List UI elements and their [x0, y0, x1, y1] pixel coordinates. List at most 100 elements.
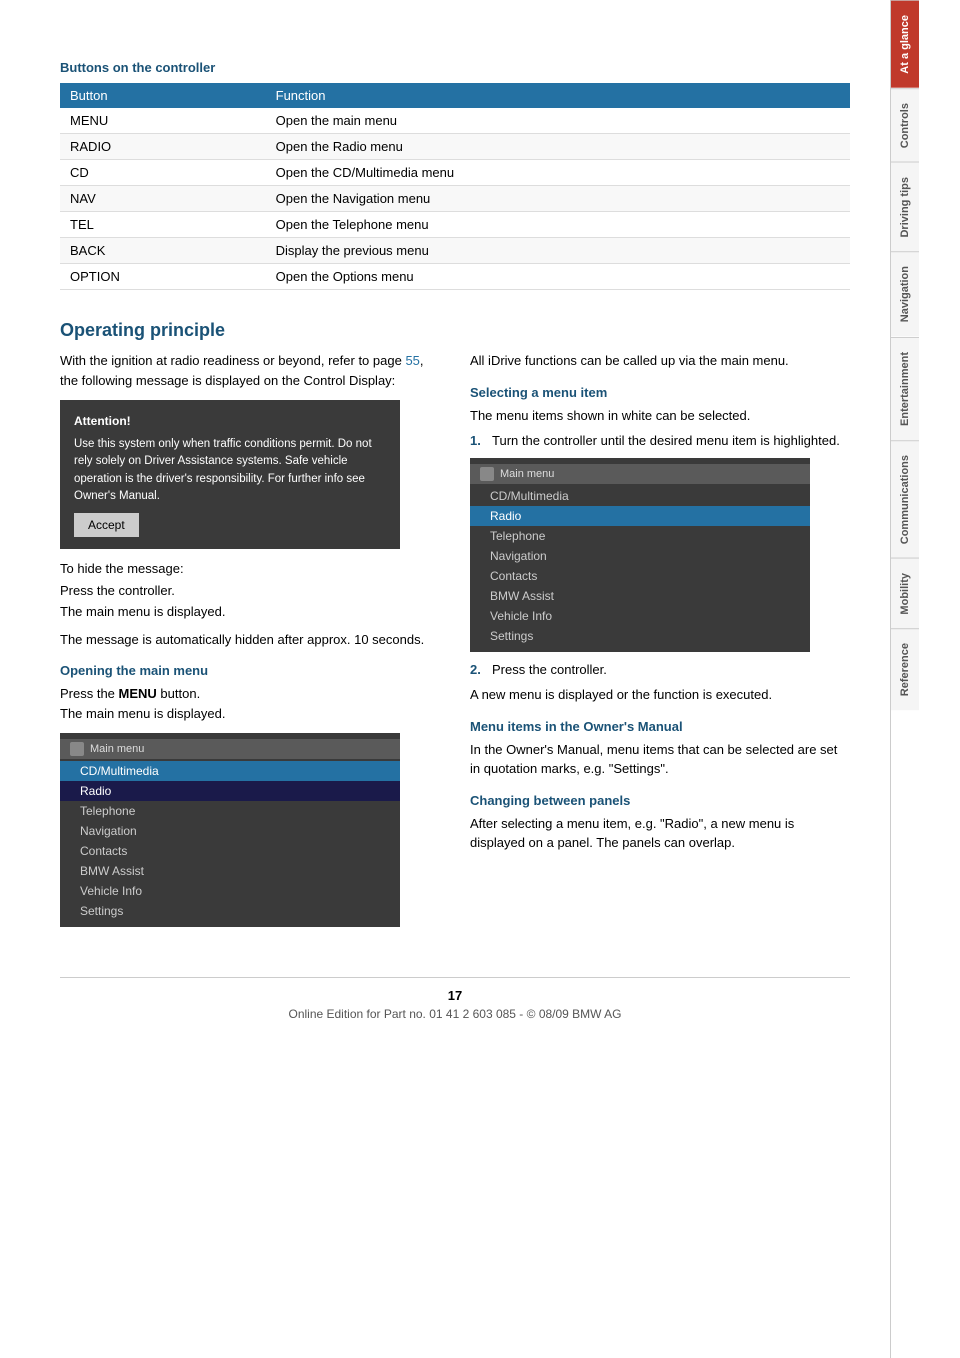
left-menu-title: Main menu — [90, 743, 144, 755]
menu-item[interactable]: Navigation — [60, 821, 400, 841]
button-name-cell: RADIO — [60, 134, 266, 160]
col-function-header: Function — [266, 83, 850, 108]
opening-main-menu-title: Opening the main menu — [60, 663, 440, 678]
page-number: 17 — [60, 988, 850, 1003]
menu-item[interactable]: Telephone — [60, 801, 400, 821]
menu-item[interactable]: Radio — [60, 781, 400, 801]
table-header-row: Button Function — [60, 83, 850, 108]
menu-item[interactable]: Vehicle Info — [60, 881, 400, 901]
menu-text-post: button. — [157, 686, 200, 701]
menu-item[interactable]: Radio — [470, 506, 810, 526]
table-row: BACKDisplay the previous menu — [60, 238, 850, 264]
sidebar-tab-reference[interactable]: Reference — [891, 628, 919, 710]
left-menu-screenshot: Main menu CD/MultimediaRadioTelephoneNav… — [60, 733, 400, 927]
function-cell: Open the Telephone menu — [266, 212, 850, 238]
table-row: TELOpen the Telephone menu — [60, 212, 850, 238]
left-menu-title-bar: Main menu — [60, 739, 400, 759]
opening-main-menu-text: Press the MENU button. The main menu is … — [60, 684, 440, 723]
sidebar-tab-controls[interactable]: Controls — [891, 88, 919, 162]
function-cell: Open the CD/Multimedia menu — [266, 160, 850, 186]
hide-line2: Press the controller. — [60, 581, 440, 601]
step1-num: 1. — [470, 433, 486, 448]
table-row: MENUOpen the main menu — [60, 108, 850, 134]
selecting-menu-title: Selecting a menu item — [470, 385, 850, 400]
owners-manual-text: In the Owner's Manual, menu items that c… — [470, 740, 850, 779]
op-principle-title: Operating principle — [60, 320, 850, 341]
step2-block: 2. Press the controller. — [470, 662, 850, 677]
menu-item[interactable]: Settings — [470, 626, 810, 646]
menu-item[interactable]: Vehicle Info — [470, 606, 810, 626]
table-row: NAVOpen the Navigation menu — [60, 186, 850, 212]
sidebar-tab-navigation[interactable]: Navigation — [891, 251, 919, 336]
page-link[interactable]: 55 — [405, 353, 419, 368]
buttons-section-title: Buttons on the controller — [60, 60, 850, 75]
col-right: All iDrive functions can be called up vi… — [470, 351, 850, 937]
function-cell: Open the Radio menu — [266, 134, 850, 160]
step2-num: 2. — [470, 662, 486, 677]
footer: 17 Online Edition for Part no. 01 41 2 6… — [60, 977, 850, 1021]
changing-panels-text: After selecting a menu item, e.g. "Radio… — [470, 814, 850, 853]
right-menu-items: CD/MultimediaRadioTelephoneNavigationCon… — [470, 486, 810, 646]
button-name-cell: NAV — [60, 186, 266, 212]
attention-box: Attention! Use this system only when tra… — [60, 400, 400, 549]
function-cell: Display the previous menu — [266, 238, 850, 264]
right-intro: All iDrive functions can be called up vi… — [470, 351, 850, 371]
hide-message-block: To hide the message: Press the controlle… — [60, 559, 440, 622]
op-principle-section: Operating principle With the ignition at… — [60, 320, 850, 937]
menu-icon — [70, 742, 84, 756]
sidebar-tab-mobility[interactable]: Mobility — [891, 558, 919, 629]
step2-text: Press the controller. — [492, 662, 607, 677]
table-row: CDOpen the CD/Multimedia menu — [60, 160, 850, 186]
buttons-table: Button Function MENUOpen the main menuRA… — [60, 83, 850, 290]
attention-title: Attention! — [74, 412, 386, 430]
intro-text-part1: With the ignition at radio readiness or … — [60, 353, 405, 368]
step1-block: 1. Turn the controller until the desired… — [470, 433, 850, 448]
menu-item[interactable]: CD/Multimedia — [470, 486, 810, 506]
table-row: RADIOOpen the Radio menu — [60, 134, 850, 160]
selecting-menu-text: The menu items shown in white can be sel… — [470, 406, 850, 426]
menu-item[interactable]: CD/Multimedia — [60, 761, 400, 781]
col-button-header: Button — [60, 83, 266, 108]
changing-panels-title: Changing between panels — [470, 793, 850, 808]
function-cell: Open the main menu — [266, 108, 850, 134]
button-name-cell: OPTION — [60, 264, 266, 290]
menu-text-pre: Press the — [60, 686, 119, 701]
menu-item[interactable]: Telephone — [470, 526, 810, 546]
button-name-cell: MENU — [60, 108, 266, 134]
right-menu-screenshot: Main menu CD/MultimediaRadioTelephoneNav… — [470, 458, 810, 652]
right-sidebar: At a glanceControlsDriving tipsNavigatio… — [890, 0, 960, 1358]
menu-item[interactable]: Contacts — [470, 566, 810, 586]
menu-item[interactable]: BMW Assist — [470, 586, 810, 606]
accept-button[interactable]: Accept — [74, 513, 139, 537]
menu-item[interactable]: BMW Assist — [60, 861, 400, 881]
sidebar-tab-at-a-glance[interactable]: At a glance — [891, 0, 919, 88]
menu-item[interactable]: Settings — [60, 901, 400, 921]
button-name-cell: BACK — [60, 238, 266, 264]
owners-manual-title: Menu items in the Owner's Manual — [470, 719, 850, 734]
sidebar-tabs: At a glanceControlsDriving tipsNavigatio… — [891, 0, 960, 711]
menu-item[interactable]: Navigation — [470, 546, 810, 566]
page-container: Buttons on the controller Button Functio… — [0, 0, 960, 1358]
right-menu-title-bar: Main menu — [470, 464, 810, 484]
menu-icon-right — [480, 467, 494, 481]
right-menu-title: Main menu — [500, 468, 554, 480]
menu-item[interactable]: Contacts — [60, 841, 400, 861]
auto-hide-text: The message is automatically hidden afte… — [60, 630, 440, 650]
sidebar-tab-entertainment[interactable]: Entertainment — [891, 337, 919, 440]
hide-line1: To hide the message: — [60, 559, 440, 579]
step2-result: A new menu is displayed or the function … — [470, 685, 850, 705]
step1-text: Turn the controller until the desired me… — [492, 433, 840, 448]
sidebar-tab-communications[interactable]: Communications — [891, 440, 919, 558]
button-name-cell: TEL — [60, 212, 266, 238]
table-row: OPTIONOpen the Options menu — [60, 264, 850, 290]
function-cell: Open the Navigation menu — [266, 186, 850, 212]
button-name-cell: CD — [60, 160, 266, 186]
sidebar-tab-driving-tips[interactable]: Driving tips — [891, 162, 919, 252]
buttons-section: Buttons on the controller Button Functio… — [60, 60, 850, 290]
intro-text: With the ignition at radio readiness or … — [60, 351, 440, 390]
menu-bold: MENU — [119, 686, 157, 701]
col-left: With the ignition at radio readiness or … — [60, 351, 440, 937]
attention-text: Use this system only when traffic condit… — [74, 436, 386, 505]
hide-line3: The main menu is displayed. — [60, 602, 440, 622]
two-col-layout: With the ignition at radio readiness or … — [60, 351, 850, 937]
